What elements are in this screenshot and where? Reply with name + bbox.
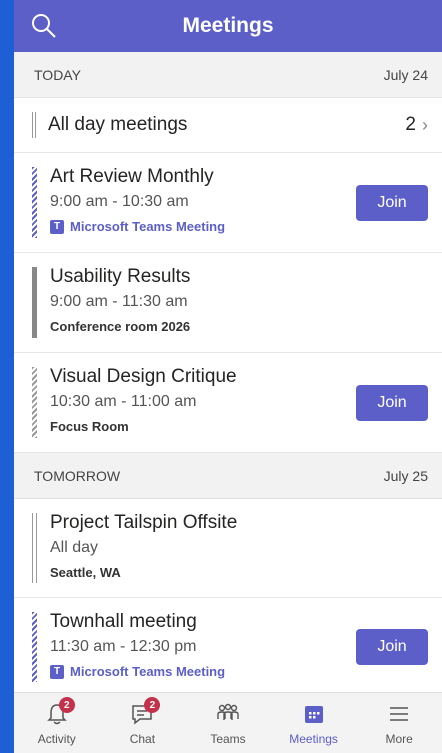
page-title: Meetings <box>182 14 274 37</box>
nav-label: Chat <box>129 732 156 746</box>
nav-chat[interactable]: 2 Chat <box>100 693 186 753</box>
all-day-label: All day meetings <box>48 114 188 135</box>
section-label: TODAY <box>34 66 81 83</box>
teams-icon <box>217 703 239 720</box>
meeting-time: All day <box>50 539 99 556</box>
section-header-tomorrow: TOMORROW July 25 <box>14 453 442 499</box>
join-button[interactable]: Join <box>356 629 428 665</box>
chevron-right-icon: › <box>422 114 428 135</box>
meeting-time: 9:00 am - 11:30 am <box>50 293 188 310</box>
nav-label: Teams <box>210 732 246 746</box>
meeting-title: Project Tailspin Offsite <box>50 512 238 533</box>
meeting-location: T Microsoft Teams Meeting <box>50 664 442 680</box>
meeting-location-text: Microsoft Teams Meeting <box>70 219 226 234</box>
teams-icon: T <box>50 220 64 234</box>
meeting-item[interactable]: Visual Design Critique 10:30 am - 11:00 … <box>14 353 442 453</box>
nav-more[interactable]: More <box>356 693 442 753</box>
meeting-item[interactable]: Project Tailspin Offsite All day Seattle… <box>14 499 442 598</box>
nav-label: More <box>385 732 413 746</box>
meetings-screen: Meetings TODAY July 24 All day meetings … <box>14 0 442 753</box>
section-label: TOMORROW <box>34 467 121 484</box>
meeting-status-bar <box>32 167 37 238</box>
meeting-status-bar <box>32 367 37 438</box>
join-button[interactable]: Join <box>356 384 428 421</box>
all-day-indicator <box>32 112 36 138</box>
nav-label: Activity <box>37 732 76 746</box>
meeting-location: Focus Room <box>50 419 129 434</box>
all-day-meetings-row[interactable]: All day meetings 2 › <box>14 98 442 153</box>
teams-icon: T <box>50 665 64 679</box>
notification-badge: 2 <box>58 697 75 713</box>
nav-teams[interactable]: Teams <box>185 693 271 753</box>
bottom-navigation: 2 Activity 2 Chat Teams Meetings More <box>14 692 442 753</box>
nav-label: Meetings <box>289 732 338 746</box>
meeting-status-bar <box>32 513 37 583</box>
section-date: July 25 <box>383 467 428 484</box>
menu-icon <box>390 707 409 721</box>
section-header-today: TODAY July 24 <box>14 52 442 98</box>
app-header: Meetings <box>14 0 442 52</box>
meeting-status-bar <box>32 267 37 338</box>
meeting-title: Usability Results <box>50 266 191 287</box>
meeting-item[interactable]: Usability Results 9:00 am - 11:30 am Con… <box>14 253 442 353</box>
section-date: July 24 <box>383 66 428 83</box>
join-button[interactable]: Join <box>356 184 428 221</box>
meeting-item[interactable]: Art Review Monthly 9:00 am - 10:30 am T … <box>14 153 442 253</box>
nav-activity[interactable]: 2 Activity <box>14 693 100 753</box>
calendar-icon <box>304 706 323 723</box>
meeting-item[interactable]: Townhall meeting 11:30 am - 12:30 pm T M… <box>14 598 442 697</box>
nav-meetings[interactable]: Meetings <box>271 693 357 753</box>
all-day-count: 2 <box>405 114 416 135</box>
notification-badge: 2 <box>144 697 161 713</box>
meeting-location: Conference room 2026 <box>50 319 191 334</box>
meeting-location: Seattle, WA <box>50 565 121 580</box>
meeting-location: T Microsoft Teams Meeting <box>50 219 442 235</box>
meeting-location-text: Microsoft Teams Meeting <box>70 664 226 679</box>
meeting-status-bar <box>32 612 37 682</box>
